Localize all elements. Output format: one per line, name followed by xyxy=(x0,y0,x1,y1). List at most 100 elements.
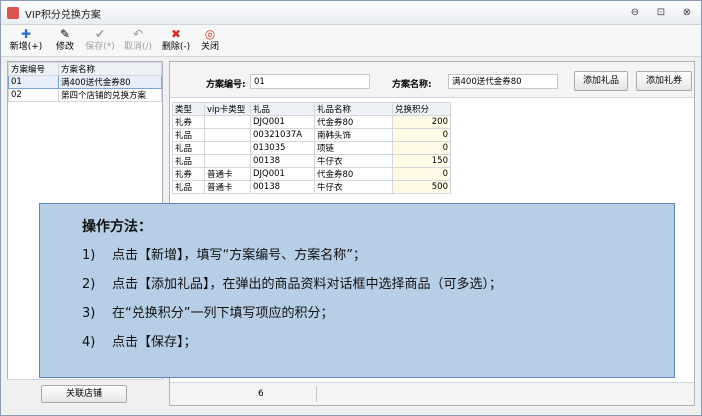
scheme-code-cell[interactable]: 02 xyxy=(8,88,59,102)
save-label: 保存(*) xyxy=(85,42,115,52)
scheme-name-field[interactable]: 满400送代金券80 xyxy=(448,74,558,89)
save-button[interactable]: ✔ 保存(*) xyxy=(83,27,117,55)
close-button[interactable]: ◎ 关闭 xyxy=(197,27,223,55)
gift-code-cell[interactable]: DJQ001 xyxy=(250,115,315,129)
gift-code-cell[interactable]: 00138 xyxy=(250,154,315,168)
column-header[interactable]: 方案编号 xyxy=(8,62,59,76)
app-icon xyxy=(7,7,19,19)
scheme-form: 方案编号: 01 方案名称: 满400送代金券80 添加礼品 添加礼券 xyxy=(170,62,694,98)
step-text: 点击【保存】； xyxy=(112,335,197,350)
plus-icon: ✚ xyxy=(20,27,32,41)
gift-grid-header: 类型 vip卡类型 礼品 礼品名称 兑换积分 xyxy=(172,102,451,116)
gift-name-cell[interactable]: 牛仔衣 xyxy=(314,154,393,168)
column-header[interactable]: 类型 xyxy=(172,102,205,116)
gift-name-cell[interactable]: 代金券80 xyxy=(314,115,393,129)
type-cell[interactable]: 礼品 xyxy=(172,141,205,155)
points-cell[interactable]: 0 xyxy=(392,141,451,155)
type-cell[interactable]: 礼券 xyxy=(172,167,205,181)
gift-name-cell[interactable]: 项链 xyxy=(314,141,393,155)
check-icon: ✔ xyxy=(94,27,106,41)
restore-icon[interactable]: ⊡ xyxy=(653,6,669,20)
gift-grid: 类型 vip卡类型 礼品 礼品名称 兑换积分 礼券 DJQ001 代金券80 2… xyxy=(172,102,451,194)
type-cell[interactable]: 礼品 xyxy=(172,128,205,142)
card-type-cell[interactable]: 普通卡 xyxy=(204,180,251,194)
instructions-callout: 操作方法： 1) 点击【新增】，填写“方案编号、方案名称”； 2) 点击【添加礼品】… xyxy=(39,203,675,378)
type-cell[interactable]: 礼券 xyxy=(172,115,205,129)
card-type-cell[interactable] xyxy=(204,154,251,168)
step-number: 3) xyxy=(82,306,96,321)
scheme-code-label: 方案编号: xyxy=(206,80,246,90)
record-count: 6 xyxy=(258,389,264,399)
table-row[interactable]: 礼券 普通卡 DJQ001 代金券80 0 xyxy=(172,167,451,181)
scheme-name-cell[interactable]: 满400送代金券80 xyxy=(58,75,162,89)
gift-code-cell[interactable]: 00138 xyxy=(250,180,315,194)
instruction-step: 3) 在“兑换积分”一列下填写项应的积分； xyxy=(82,302,333,321)
app-window: VIP积分兑换方案 ⊖ ⊡ ⊗ ✚ 新增(+) ✎ 修改 ✔ 保存(*) ↶ 取… xyxy=(0,0,702,416)
table-row[interactable]: 礼品 013035 项链 0 xyxy=(172,141,451,155)
points-cell[interactable]: 500 xyxy=(392,180,451,194)
status-divider xyxy=(316,386,317,402)
points-cell[interactable]: 0 xyxy=(392,128,451,142)
scheme-table: 方案编号 方案名称 01 满400送代金券80 02 第四个店铺的兑换方案 xyxy=(8,62,162,102)
title-bar: VIP积分兑换方案 ⊖ ⊡ ⊗ xyxy=(1,1,701,25)
step-number: 2) xyxy=(82,277,96,292)
add-gift-button[interactable]: 添加礼品 xyxy=(574,71,628,91)
gift-code-cell[interactable]: 00321037A xyxy=(250,128,315,142)
points-cell[interactable]: 150 xyxy=(392,154,451,168)
minimize-icon[interactable]: ⊖ xyxy=(627,6,643,20)
instructions-heading: 操作方法： xyxy=(82,219,152,235)
points-cell[interactable]: 200 xyxy=(392,115,451,129)
table-row[interactable]: 02 第四个店铺的兑换方案 xyxy=(8,88,162,102)
column-header[interactable]: 兑换积分 xyxy=(392,102,451,116)
cancel-label: 取消(/) xyxy=(123,42,153,52)
card-type-cell[interactable] xyxy=(204,128,251,142)
step-text: 点击【添加礼品】，在弹出的商品资料对话框中选择商品（可多选）； xyxy=(112,277,503,292)
delete-label: 删除(-) xyxy=(161,42,191,52)
column-header[interactable]: 礼品名称 xyxy=(314,102,393,116)
instruction-step: 4) 点击【保存】； xyxy=(82,331,197,350)
column-header[interactable]: vip卡类型 xyxy=(204,102,251,116)
gift-code-cell[interactable]: 013035 xyxy=(250,141,315,155)
step-number: 1) xyxy=(82,248,96,263)
instruction-step: 2) 点击【添加礼品】，在弹出的商品资料对话框中选择商品（可多选）； xyxy=(82,273,502,292)
edit-label: 修改 xyxy=(55,42,74,52)
close-label: 关闭 xyxy=(200,42,219,52)
status-bar: 6 xyxy=(170,382,694,405)
table-row[interactable]: 礼品 普通卡 00138 牛仔衣 500 xyxy=(172,180,451,194)
type-cell[interactable]: 礼品 xyxy=(172,154,205,168)
instruction-step: 1) 点击【新增】，填写“方案编号、方案名称”； xyxy=(82,244,366,263)
window-title: VIP积分兑换方案 xyxy=(25,10,101,21)
delete-button[interactable]: ✖ 删除(-) xyxy=(159,27,193,55)
undo-icon: ↶ xyxy=(132,27,144,41)
gift-name-cell[interactable]: 南韩头饰 xyxy=(314,128,393,142)
link-stores-button[interactable]: 关联店铺 xyxy=(41,385,127,403)
table-row[interactable]: 礼品 00321037A 南韩头饰 0 xyxy=(172,128,451,142)
column-header[interactable]: 礼品 xyxy=(250,102,315,116)
scheme-name-cell[interactable]: 第四个店铺的兑换方案 xyxy=(58,88,162,102)
toolbar: ✚ 新增(+) ✎ 修改 ✔ 保存(*) ↶ 取消(/) ✖ 删除(-) ◎ 关… xyxy=(1,25,701,57)
close-window-icon[interactable]: ⊗ xyxy=(679,6,695,20)
gift-name-cell[interactable]: 代金券80 xyxy=(314,167,393,181)
edit-icon: ✎ xyxy=(59,27,71,41)
card-type-cell[interactable] xyxy=(204,141,251,155)
edit-button[interactable]: ✎ 修改 xyxy=(51,27,79,55)
card-type-cell[interactable] xyxy=(204,115,251,129)
gift-name-cell[interactable]: 牛仔衣 xyxy=(314,180,393,194)
gift-code-cell[interactable]: DJQ001 xyxy=(250,167,315,181)
table-row[interactable]: 01 满400送代金券80 xyxy=(8,75,162,89)
step-text: 点击【新增】，填写“方案编号、方案名称”； xyxy=(112,248,366,263)
cancel-button[interactable]: ↶ 取消(/) xyxy=(121,27,155,55)
step-text: 在“兑换积分”一列下填写项应的积分； xyxy=(112,306,334,321)
column-header[interactable]: 方案名称 xyxy=(58,62,162,76)
card-type-cell[interactable]: 普通卡 xyxy=(204,167,251,181)
scheme-code-cell[interactable]: 01 xyxy=(8,75,59,89)
type-cell[interactable]: 礼品 xyxy=(172,180,205,194)
new-button[interactable]: ✚ 新增(+) xyxy=(7,27,45,55)
scheme-code-field[interactable]: 01 xyxy=(250,74,370,89)
step-number: 4) xyxy=(82,335,96,350)
table-row[interactable]: 礼品 00138 牛仔衣 150 xyxy=(172,154,451,168)
table-row[interactable]: 礼券 DJQ001 代金券80 200 xyxy=(172,115,451,129)
delete-icon: ✖ xyxy=(170,27,182,41)
add-voucher-button[interactable]: 添加礼券 xyxy=(636,71,692,91)
points-cell[interactable]: 0 xyxy=(392,167,451,181)
